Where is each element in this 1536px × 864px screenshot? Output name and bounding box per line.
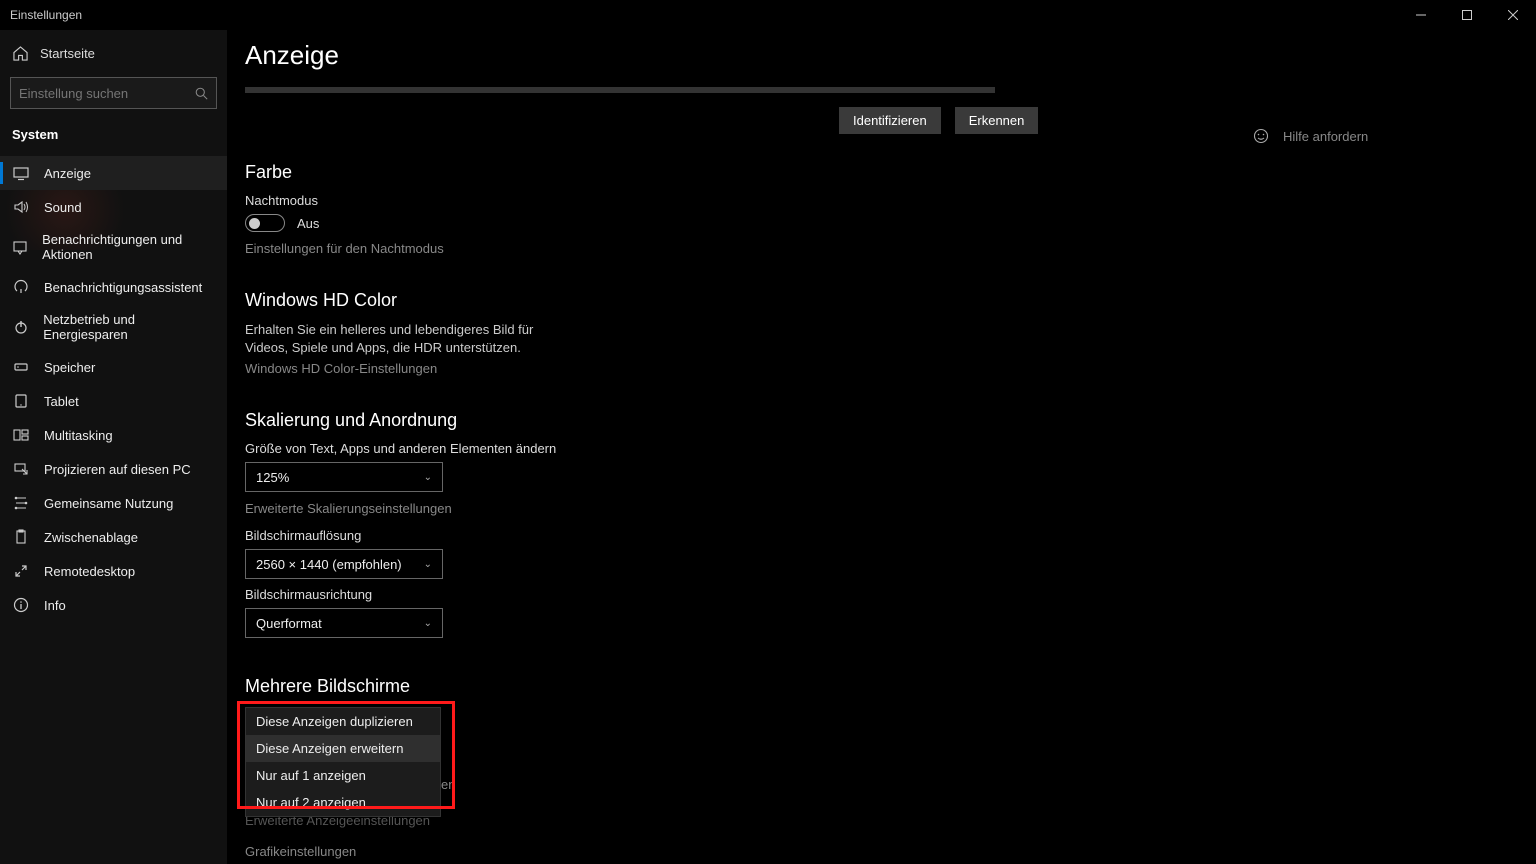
scale-dropdown[interactable]: 125% ⌄	[245, 462, 443, 492]
display-icon	[12, 164, 30, 182]
chevron-down-icon: ⌄	[424, 472, 432, 483]
info-icon	[12, 596, 30, 614]
option-duplicate[interactable]: Diese Anzeigen duplizieren	[246, 708, 440, 735]
focus-icon	[12, 278, 30, 296]
detect-button[interactable]: Erkennen	[955, 107, 1039, 134]
search-icon	[195, 87, 208, 100]
nightmode-settings-link[interactable]: Einstellungen für den Nachtmodus	[245, 241, 444, 256]
sound-icon	[12, 198, 30, 216]
remote-icon	[12, 562, 30, 580]
sidebar-item-label: Remotedesktop	[44, 564, 135, 579]
help-link[interactable]: Hilfe anfordern	[1253, 128, 1368, 144]
search-input[interactable]	[19, 86, 195, 101]
storage-icon	[12, 358, 30, 376]
orientation-dropdown[interactable]: Querformat ⌄	[245, 608, 443, 638]
power-icon	[12, 318, 29, 336]
chevron-down-icon: ⌄	[424, 559, 432, 570]
multitasking-icon	[12, 426, 30, 444]
minimize-button[interactable]	[1398, 0, 1444, 30]
share-icon	[12, 494, 30, 512]
sidebar-item-shared[interactable]: Gemeinsame Nutzung	[0, 486, 227, 520]
home-icon	[12, 46, 28, 61]
scale-label: Größe von Text, Apps und anderen Element…	[245, 441, 1536, 456]
graphics-settings-link[interactable]: Grafikeinstellungen	[245, 844, 356, 859]
sidebar-category: System	[0, 119, 227, 150]
close-button[interactable]	[1490, 0, 1536, 30]
home-label: Startseite	[40, 46, 95, 61]
option-only-2[interactable]: Nur auf 2 anzeigen	[246, 789, 440, 816]
sidebar-item-power[interactable]: Netzbetrieb und Energiesparen	[0, 304, 227, 350]
sidebar-item-sound[interactable]: Sound	[0, 190, 227, 224]
sidebar-item-label: Tablet	[44, 394, 79, 409]
sidebar-item-label: Info	[44, 598, 66, 613]
search-box[interactable]	[10, 77, 217, 109]
help-label: Hilfe anfordern	[1283, 129, 1368, 144]
nightmode-toggle[interactable]	[245, 214, 285, 232]
sidebar-item-label: Zwischenablage	[44, 530, 138, 545]
chevron-down-icon: ⌄	[424, 618, 432, 629]
home-link[interactable]: Startseite	[0, 38, 227, 69]
partial-obscured-text: en	[441, 777, 455, 792]
page-title: Anzeige	[245, 40, 1536, 71]
sidebar-item-multitasking[interactable]: Multitasking	[0, 418, 227, 452]
sidebar-item-label: Projizieren auf diesen PC	[44, 462, 191, 477]
sidebar-item-label: Netzbetrieb und Energiesparen	[43, 312, 215, 342]
sidebar-item-focus-assist[interactable]: Benachrichtigungsassistent	[0, 270, 227, 304]
tablet-icon	[12, 392, 30, 410]
sidebar-item-tablet[interactable]: Tablet	[0, 384, 227, 418]
scale-value: 125%	[256, 470, 289, 485]
sidebar-item-label: Multitasking	[44, 428, 113, 443]
orientation-value: Querformat	[256, 616, 322, 631]
sidebar-item-label: Benachrichtigungen und Aktionen	[42, 232, 215, 262]
sidebar: Startseite System Anzeige Sound Benachri…	[0, 30, 227, 864]
advanced-scale-link[interactable]: Erweiterte Skalierungseinstellungen	[245, 501, 452, 516]
resolution-dropdown[interactable]: 2560 × 1440 (empfohlen) ⌄	[245, 549, 443, 579]
clipboard-icon	[12, 528, 30, 546]
sidebar-item-label: Benachrichtigungsassistent	[44, 280, 202, 295]
sidebar-item-label: Sound	[44, 200, 82, 215]
multiple-displays-dropdown-popup[interactable]: Diese Anzeigen duplizieren Diese Anzeige…	[245, 707, 441, 817]
section-multiple-displays: Mehrere Bildschirme	[245, 676, 1536, 697]
sidebar-item-notifications[interactable]: Benachrichtigungen und Aktionen	[0, 224, 227, 270]
sidebar-item-label: Gemeinsame Nutzung	[44, 496, 173, 511]
identify-button[interactable]: Identifizieren	[839, 107, 941, 134]
monitor-preview-bar	[245, 87, 995, 93]
content-area: Anzeige Identifizieren Erkennen Farbe Na…	[227, 30, 1536, 864]
titlebar: Einstellungen	[0, 0, 1536, 30]
hdcolor-description: Erhalten Sie ein helleres und lebendiger…	[245, 321, 555, 356]
sidebar-item-label: Speicher	[44, 360, 95, 375]
window-title: Einstellungen	[0, 8, 82, 22]
section-color: Farbe	[245, 162, 1536, 183]
sidebar-item-about[interactable]: Info	[0, 588, 227, 622]
sidebar-item-remote[interactable]: Remotedesktop	[0, 554, 227, 588]
resolution-value: 2560 × 1440 (empfohlen)	[256, 557, 402, 572]
hdcolor-settings-link[interactable]: Windows HD Color-Einstellungen	[245, 361, 437, 376]
sidebar-item-anzeige[interactable]: Anzeige	[0, 156, 227, 190]
orientation-label: Bildschirmausrichtung	[245, 587, 1536, 602]
option-extend[interactable]: Diese Anzeigen erweitern	[246, 735, 440, 762]
sidebar-item-label: Anzeige	[44, 166, 91, 181]
sidebar-item-storage[interactable]: Speicher	[0, 350, 227, 384]
nightmode-label: Nachtmodus	[245, 193, 1536, 208]
section-hdcolor: Windows HD Color	[245, 290, 1536, 311]
notification-icon	[12, 238, 28, 256]
option-only-1[interactable]: Nur auf 1 anzeigen	[246, 762, 440, 789]
maximize-button[interactable]	[1444, 0, 1490, 30]
nightmode-state: Aus	[297, 216, 319, 231]
section-scaling: Skalierung und Anordnung	[245, 410, 1536, 431]
project-icon	[12, 460, 30, 478]
resolution-label: Bildschirmauflösung	[245, 528, 1536, 543]
help-icon	[1253, 128, 1269, 144]
sidebar-item-clipboard[interactable]: Zwischenablage	[0, 520, 227, 554]
sidebar-item-projecting[interactable]: Projizieren auf diesen PC	[0, 452, 227, 486]
